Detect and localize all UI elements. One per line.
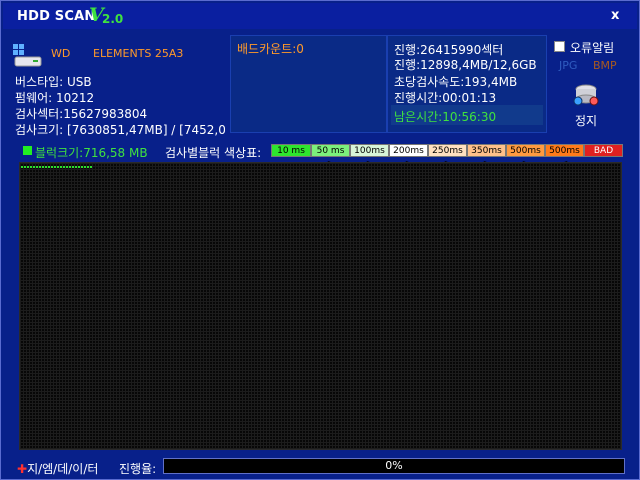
- app-window: HDD SCAN V 2.0 x WD ELEMENTS 25A3 버스타입: …: [0, 0, 640, 480]
- legend-key-50ms: 50 ms >: [311, 144, 350, 169]
- legend-key-350ms: 350ms >: [467, 144, 506, 169]
- scan-size: 검사크기: [7630851,47MB] / [7452,0GI: [15, 123, 225, 137]
- progress-bar: 0%: [163, 458, 625, 474]
- size-progress: 진행:12898,4MB/12,6GB: [394, 58, 537, 72]
- title-bar[interactable]: HDD SCAN V 2.0 x: [3, 3, 637, 29]
- version-number: 2.0: [102, 12, 124, 26]
- bad-count: 배드카운트:0: [237, 42, 304, 56]
- stop-button[interactable]: 정지: [575, 112, 597, 129]
- windows-drive-icon: [13, 44, 42, 67]
- brand-plus-icon: ✚: [17, 462, 28, 476]
- legend-key-500ms-lt: 500ms <: [545, 144, 584, 169]
- block-scan-grid: [19, 162, 622, 450]
- scan-speed: 초당검사속도:193,4MB: [394, 75, 518, 89]
- jpg-option[interactable]: JPG: [559, 59, 577, 72]
- progress-rate-label: 진행율:: [119, 462, 157, 476]
- color-table-label: 검사별블럭 색상표:: [165, 146, 262, 160]
- color-legend: 10 ms 50 ms > 100ms > 200ms > 250ms > 35…: [271, 144, 623, 169]
- drive-model: ELEMENTS 25A3: [93, 47, 184, 60]
- scanned-blocks: [21, 166, 93, 168]
- block-size: 블럭크기:716,58 MB: [35, 146, 148, 160]
- legend-key-500ms-gt: 500ms >: [506, 144, 545, 169]
- scan-sectors: 검사섹터:15627983804: [15, 107, 148, 121]
- legend-key-10ms: 10 ms: [271, 144, 311, 157]
- bmp-option[interactable]: BMP: [593, 59, 617, 72]
- stop-disk-icon[interactable]: [571, 81, 601, 107]
- close-button[interactable]: x: [611, 8, 619, 23]
- error-alert-label[interactable]: 오류알림: [570, 39, 614, 56]
- brand-text: 지/엠/데/이/터: [27, 462, 99, 476]
- legend-key-200ms: 200ms >: [389, 144, 428, 169]
- brand-label: ✚지/엠/데/이/터: [17, 460, 98, 477]
- remaining-time: 남은시간:10:56:30: [394, 110, 497, 124]
- legend-key-100ms: 100ms >: [350, 144, 389, 169]
- drive-name-prefix: WD: [51, 47, 71, 60]
- block-size-swatch: [23, 146, 32, 155]
- elapsed-time: 진행시간:00:01:13: [394, 91, 497, 105]
- progress-percent: 0%: [385, 459, 403, 472]
- legend-key-bad: BAD: [584, 144, 623, 157]
- legend-key-250ms: 250ms >: [428, 144, 467, 169]
- bus-type: 버스타입: USB: [15, 75, 92, 89]
- error-alert-checkbox[interactable]: [554, 41, 565, 52]
- app-title: HDD SCAN: [17, 9, 96, 24]
- firmware: 펌웨어: 10212: [15, 91, 95, 105]
